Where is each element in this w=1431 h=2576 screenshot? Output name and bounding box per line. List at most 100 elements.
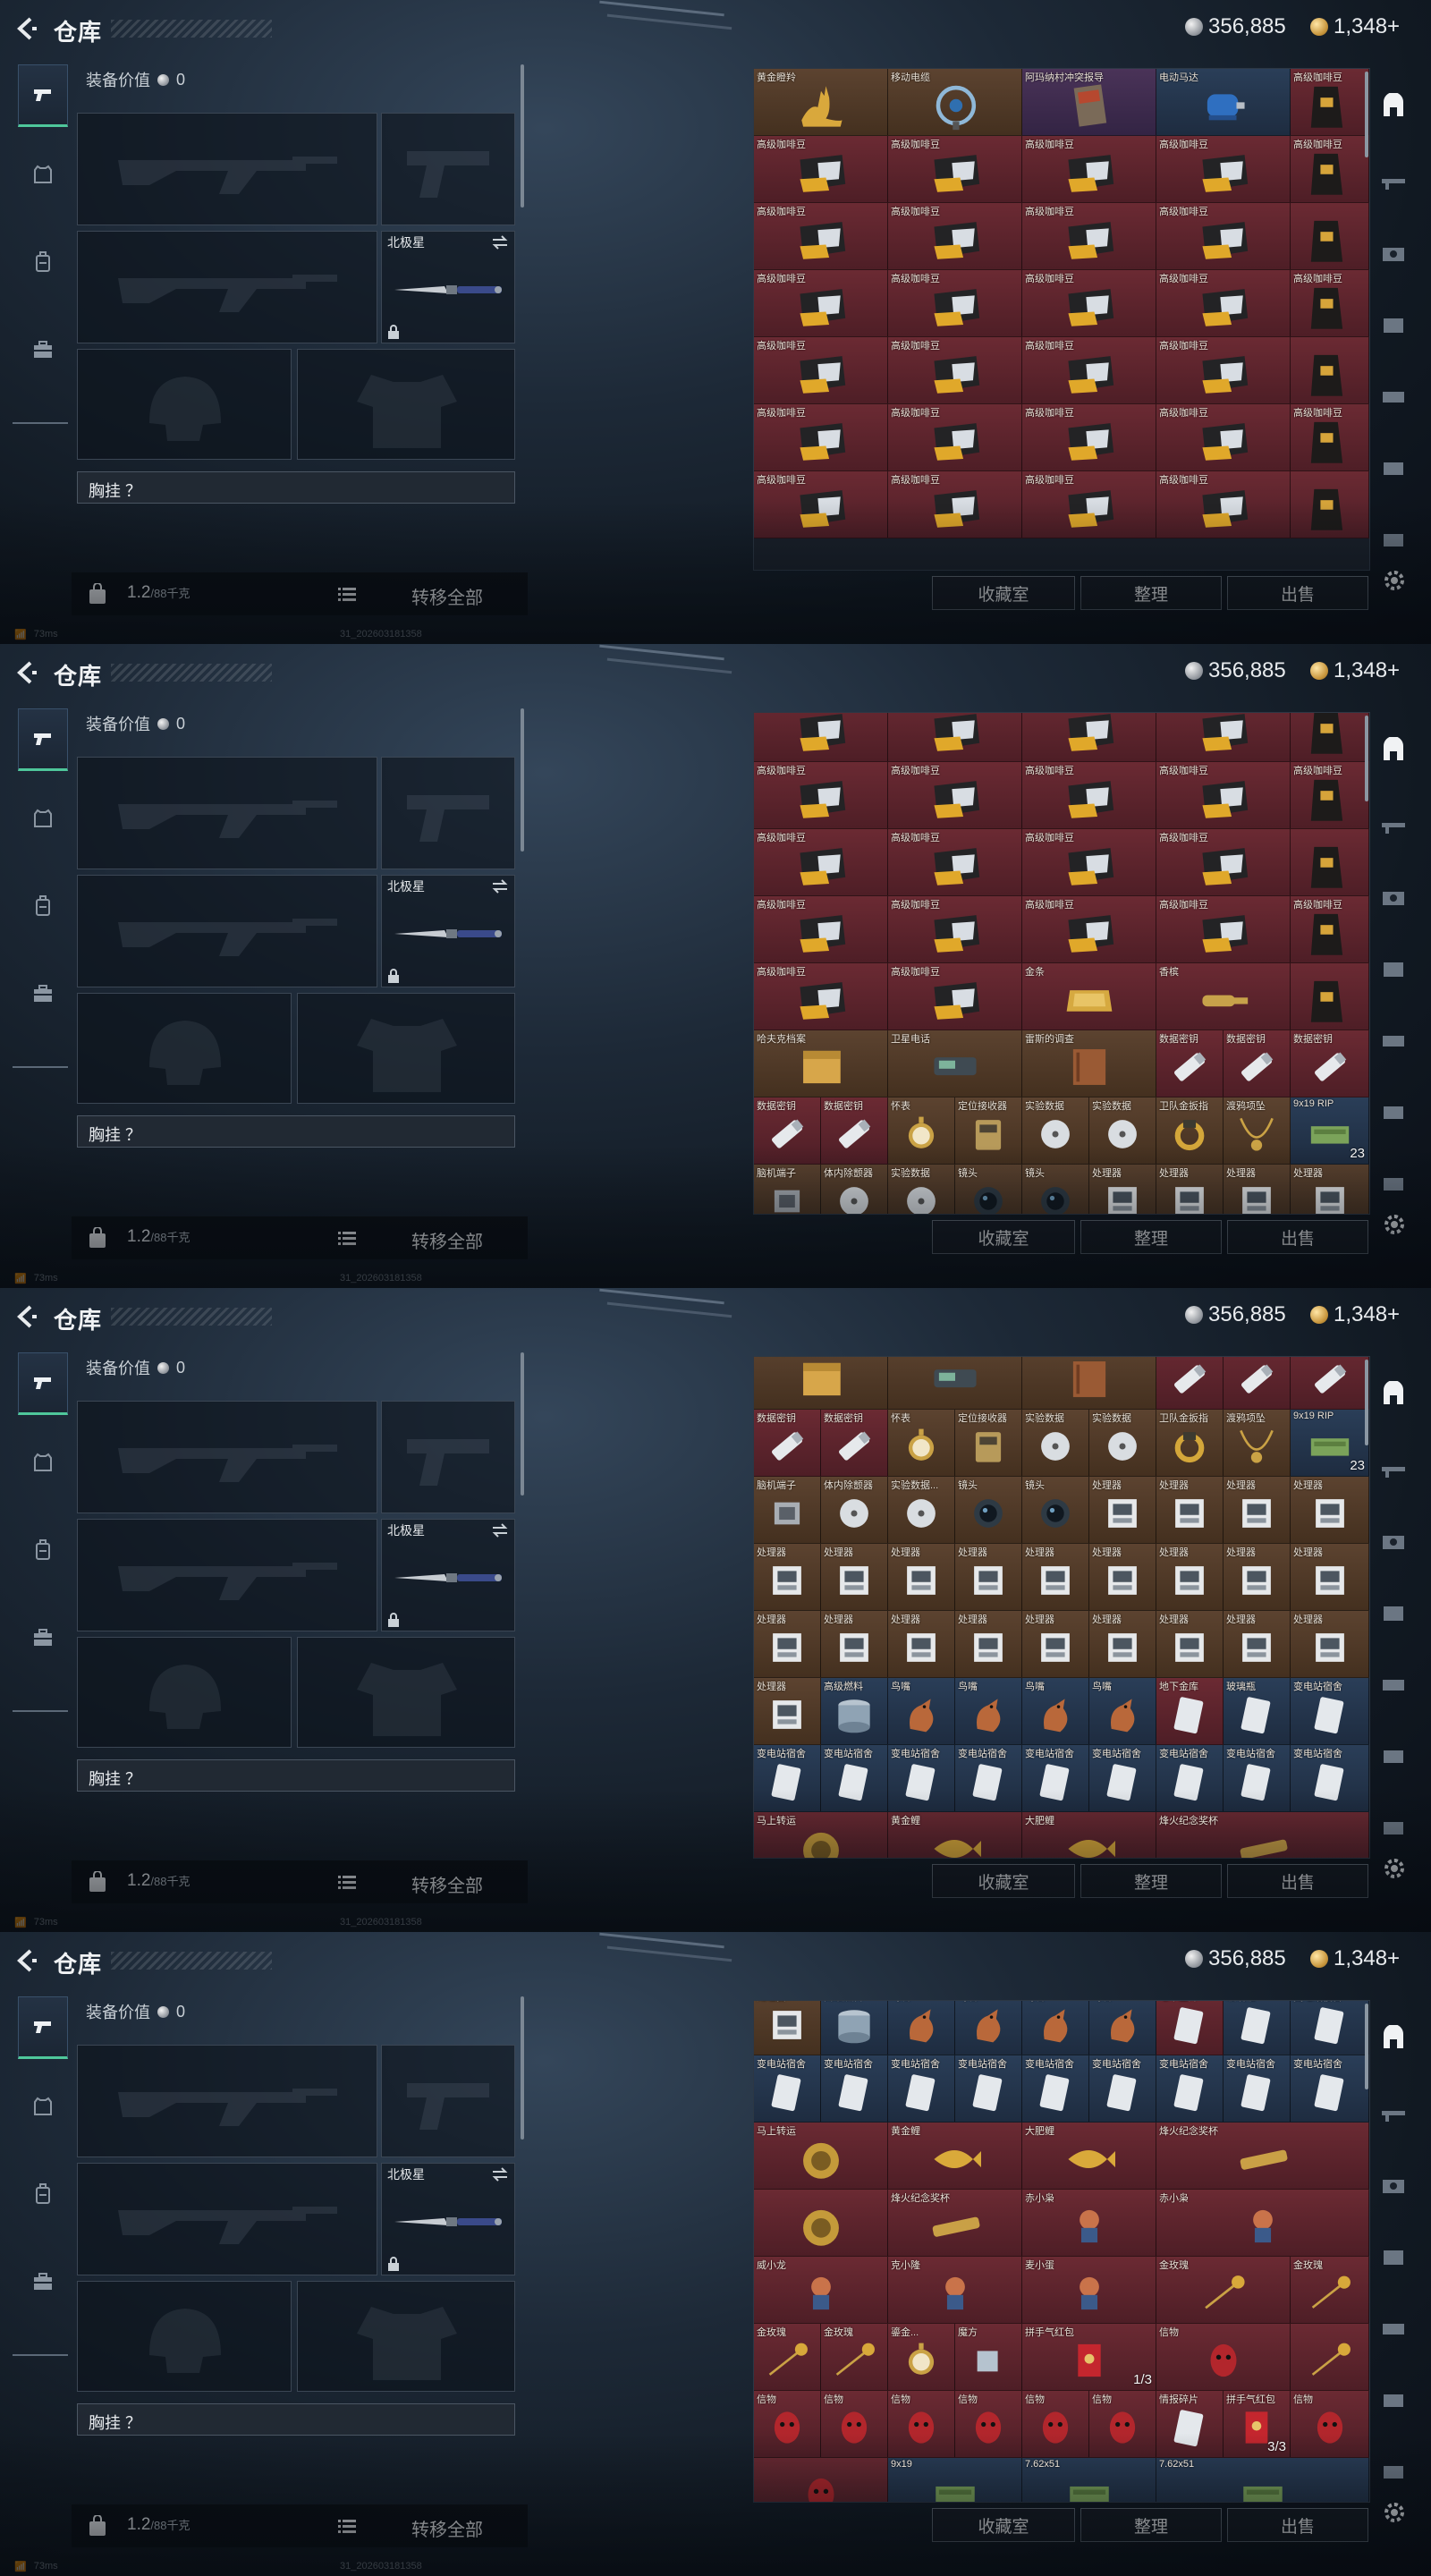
inventory-item[interactable]: 高级咖啡豆 xyxy=(1291,69,1369,136)
inventory-item[interactable]: 实验数据 xyxy=(888,1165,955,1214)
move-all-button[interactable]: 转移全部 xyxy=(411,1227,483,1253)
inventory-item[interactable]: 变电站宿舍 xyxy=(1156,2055,1224,2123)
nav-armor[interactable] xyxy=(18,143,68,206)
inventory-item[interactable]: 鸟嘴 xyxy=(1022,2001,1089,2055)
inventory-item[interactable]: 高级咖啡豆 xyxy=(888,713,1022,762)
inventory-item[interactable]: 信物 xyxy=(821,2391,888,2458)
nav-weapons[interactable] xyxy=(18,1352,68,1415)
back-button[interactable] xyxy=(14,16,38,41)
nav-armor[interactable] xyxy=(18,2075,68,2138)
inventory-item[interactable]: 鸟嘴 xyxy=(955,1678,1022,1745)
inventory-item[interactable]: 哈夫克档案 xyxy=(754,1357,888,1410)
inventory-item[interactable]: 处理器 xyxy=(888,1544,955,1611)
inventory-item[interactable]: 镜头 xyxy=(955,1165,1022,1214)
rail-tab-6[interactable] xyxy=(1374,2436,1413,2506)
inventory-item[interactable]: 处理器 xyxy=(1291,1165,1369,1214)
loadout-scrollbar[interactable] xyxy=(521,64,524,208)
warehouse-scrollbar[interactable] xyxy=(1365,1360,1368,1445)
inventory-item[interactable]: 信物 xyxy=(955,2391,1022,2458)
inventory-item[interactable]: 高级咖啡豆 xyxy=(1022,896,1156,963)
inventory-item[interactable] xyxy=(754,2458,888,2502)
inventory-item[interactable]: 变电站宿舍 xyxy=(754,1745,821,1812)
inventory-item[interactable]: 高级咖啡豆 xyxy=(754,136,888,203)
body-armor-slot[interactable] xyxy=(297,2281,515,2392)
inventory-item[interactable]: 高级咖啡豆 xyxy=(888,337,1022,404)
inventory-item[interactable]: 处理器 xyxy=(1224,1611,1291,1678)
inventory-item[interactable]: 9x19 RIP 23 xyxy=(1291,1410,1369,1477)
inventory-item[interactable]: 金玫瑰 xyxy=(1291,2257,1369,2324)
inventory-item[interactable]: 处理器 xyxy=(1089,1165,1156,1214)
inventory-item[interactable]: 变电站宿舍 xyxy=(955,2055,1022,2123)
melee-slot[interactable]: 北极星 xyxy=(381,1519,515,1631)
inventory-item[interactable]: 7.62x51 xyxy=(1022,2458,1156,2502)
list-icon[interactable] xyxy=(338,1875,356,1889)
inventory-item[interactable]: 高级咖啡豆 xyxy=(1156,762,1291,829)
inventory-item[interactable]: 鸟嘴 xyxy=(1022,1678,1089,1745)
inventory-item[interactable]: 处理器 xyxy=(888,1611,955,1678)
helmet-slot[interactable] xyxy=(77,993,292,1104)
rail-tab-4[interactable] xyxy=(1374,1649,1413,1719)
inventory-item[interactable]: 变电站宿舍 xyxy=(1291,2055,1369,2123)
inventory-item[interactable]: 9x19 RIP 23 xyxy=(1291,1097,1369,1165)
inventory-item[interactable]: 变电站宿舍 xyxy=(821,2055,888,2123)
sidearm-slot[interactable] xyxy=(381,2045,515,2157)
inventory-item[interactable]: 移动电缆 xyxy=(888,69,1022,136)
primary-weapon-slot[interactable] xyxy=(77,1401,377,1513)
inventory-item[interactable]: 马上转运 xyxy=(754,1812,888,1858)
gold-currency[interactable]: 1,348+ xyxy=(1310,1946,1400,1971)
inventory-item[interactable]: 高级燃料 xyxy=(821,2001,888,2055)
nav-case[interactable] xyxy=(18,1606,68,1669)
inventory-item[interactable]: 赤小枭 xyxy=(1156,2190,1369,2257)
sort-button[interactable]: 整理 xyxy=(1080,1220,1222,1254)
inventory-item[interactable]: 麦小蛋 xyxy=(1022,2257,1156,2324)
inventory-item[interactable]: 9x19 xyxy=(888,2458,1022,2502)
inventory-item[interactable]: 处理器 xyxy=(821,1611,888,1678)
inventory-item[interactable] xyxy=(1291,829,1369,896)
inventory-item[interactable]: 处理器 xyxy=(754,1611,821,1678)
inventory-item[interactable]: 高级咖啡豆 xyxy=(754,471,888,538)
warehouse-grid[interactable]: 高级咖啡豆 高级咖啡豆 高级咖啡豆 高级咖啡豆 高级咖啡豆 高级咖啡豆 高级咖啡豆 高级咖啡豆… xyxy=(753,712,1370,1215)
inventory-item[interactable]: 高级咖啡豆 xyxy=(754,404,888,471)
inventory-item[interactable] xyxy=(1291,2324,1369,2391)
inventory-item[interactable]: 体内除颤器 xyxy=(821,1165,888,1214)
inventory-item[interactable]: 实验数据... xyxy=(888,1477,955,1544)
list-icon[interactable] xyxy=(338,2519,356,2533)
inventory-item[interactable]: 高级咖啡豆 xyxy=(754,270,888,337)
inventory-item[interactable]: 高级咖啡豆 xyxy=(888,270,1022,337)
nav-backpack[interactable] xyxy=(18,1519,68,1581)
inventory-item[interactable]: 大肥鲤 xyxy=(1022,1812,1156,1858)
inventory-item[interactable]: 高级咖啡豆 xyxy=(754,963,888,1030)
inventory-item[interactable]: 变电站宿舍 xyxy=(1022,1745,1089,1812)
gold-currency[interactable]: 1,348+ xyxy=(1310,1302,1400,1327)
primary-weapon-slot[interactable] xyxy=(77,757,377,869)
inventory-item[interactable]: 克小隆 xyxy=(888,2257,1022,2324)
sort-button[interactable]: 整理 xyxy=(1080,576,1222,610)
collection-room-button[interactable]: 收藏室 xyxy=(932,1864,1075,1898)
inventory-item[interactable]: 马上转运 xyxy=(754,2123,888,2190)
inventory-item[interactable]: 卫星电话 xyxy=(888,1030,1022,1097)
inventory-item[interactable]: 数据密钥 xyxy=(1156,1357,1224,1410)
inventory-item[interactable]: 高级咖啡豆 xyxy=(754,762,888,829)
inventory-item[interactable]: 处理器 xyxy=(1224,1165,1291,1214)
inventory-item[interactable]: 变电站宿舍 xyxy=(1089,1745,1156,1812)
settings-gear-icon[interactable] xyxy=(1381,567,1408,594)
sort-button[interactable]: 整理 xyxy=(1080,2508,1222,2542)
inventory-item[interactable]: 高级咖啡豆 xyxy=(1022,713,1156,762)
inventory-item[interactable] xyxy=(754,2190,888,2257)
inventory-item[interactable]: 处理器 xyxy=(821,1544,888,1611)
collection-room-button[interactable]: 收藏室 xyxy=(932,1220,1075,1254)
inventory-item[interactable]: 高级咖啡豆 xyxy=(754,203,888,270)
melee-slot[interactable]: 北极星 xyxy=(381,2163,515,2275)
inventory-item[interactable]: 数据密钥 xyxy=(1224,1030,1291,1097)
settings-gear-icon[interactable] xyxy=(1381,2499,1408,2526)
inventory-item[interactable]: 信物 xyxy=(754,2391,821,2458)
body-armor-slot[interactable] xyxy=(297,993,515,1104)
inventory-item[interactable]: 变电站宿舍 xyxy=(888,1745,955,1812)
nav-armor[interactable] xyxy=(18,787,68,850)
inventory-item[interactable]: 金玫瑰 xyxy=(754,2324,821,2391)
sidearm-slot[interactable] xyxy=(381,1401,515,1513)
secondary-weapon-slot[interactable] xyxy=(77,231,377,343)
inventory-item[interactable]: 鸟嘴 xyxy=(888,2001,955,2055)
inventory-item[interactable]: 雷斯的调查 xyxy=(1022,1030,1156,1097)
inventory-item[interactable]: 鎏金... xyxy=(888,2324,955,2391)
